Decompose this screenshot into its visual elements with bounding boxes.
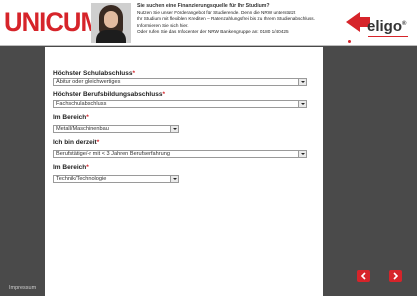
chevron-right-icon (393, 272, 399, 280)
banner-line: Oder rufen Sie das Infocenter der NRW Ba… (137, 29, 289, 34)
field-label-school: Höchster Schulabschluss* (53, 70, 136, 77)
ad-banner[interactable]: UNICUM Sie suchen eine Finanzierungsquel… (0, 0, 417, 46)
left-sidebar (0, 47, 45, 296)
banner-line: Ihr Studium mit flexiblen Krediten – Rat… (137, 16, 315, 21)
field-label-area-2: Im Bereich* (53, 164, 89, 171)
field-label-area-1: Im Bereich* (53, 114, 89, 121)
chevron-down-icon[interactable] (298, 151, 306, 157)
page: UNICUM Sie suchen eine Finanzierungsquel… (0, 0, 417, 296)
eligo-wordmark: eligo® (367, 18, 407, 35)
field-label-current-status: Ich bin derzeit* (53, 139, 100, 146)
chevron-down-icon[interactable] (170, 126, 178, 132)
select-area-1[interactable]: Metall/Maschinenbau (53, 125, 179, 133)
chevron-down-icon[interactable] (298, 101, 306, 107)
unicum-logo: UNICUM (4, 7, 102, 37)
select-school-degree[interactable]: Abitur oder gleichwertiges (53, 78, 307, 86)
eligo-dot (348, 40, 351, 43)
imprint-link[interactable]: Impressum (9, 285, 36, 291)
chevron-down-icon[interactable] (170, 176, 178, 182)
banner-photo (91, 3, 131, 43)
field-label-vocational: Höchster Berufsbildungsabschluss* (53, 91, 165, 98)
select-area-2[interactable]: Technik/Technologie (53, 175, 179, 183)
form-panel: Höchster Schulabschluss* Abitur oder gle… (45, 47, 323, 296)
right-sidebar (323, 47, 417, 296)
next-button[interactable] (389, 270, 402, 282)
chevron-down-icon[interactable] (298, 79, 306, 85)
back-button[interactable] (357, 270, 370, 282)
select-current-status[interactable]: Berufstätige/-r mit < 3 Jahren Berufserf… (53, 150, 307, 158)
select-vocational-degree[interactable]: Fachschulabschluss (53, 100, 307, 108)
banner-text: Sie suchen eine Finanzierungsquelle für … (137, 3, 337, 36)
eligo-underline (368, 36, 408, 37)
eligo-logo: eligo® (340, 3, 414, 45)
chevron-left-icon (360, 272, 366, 280)
